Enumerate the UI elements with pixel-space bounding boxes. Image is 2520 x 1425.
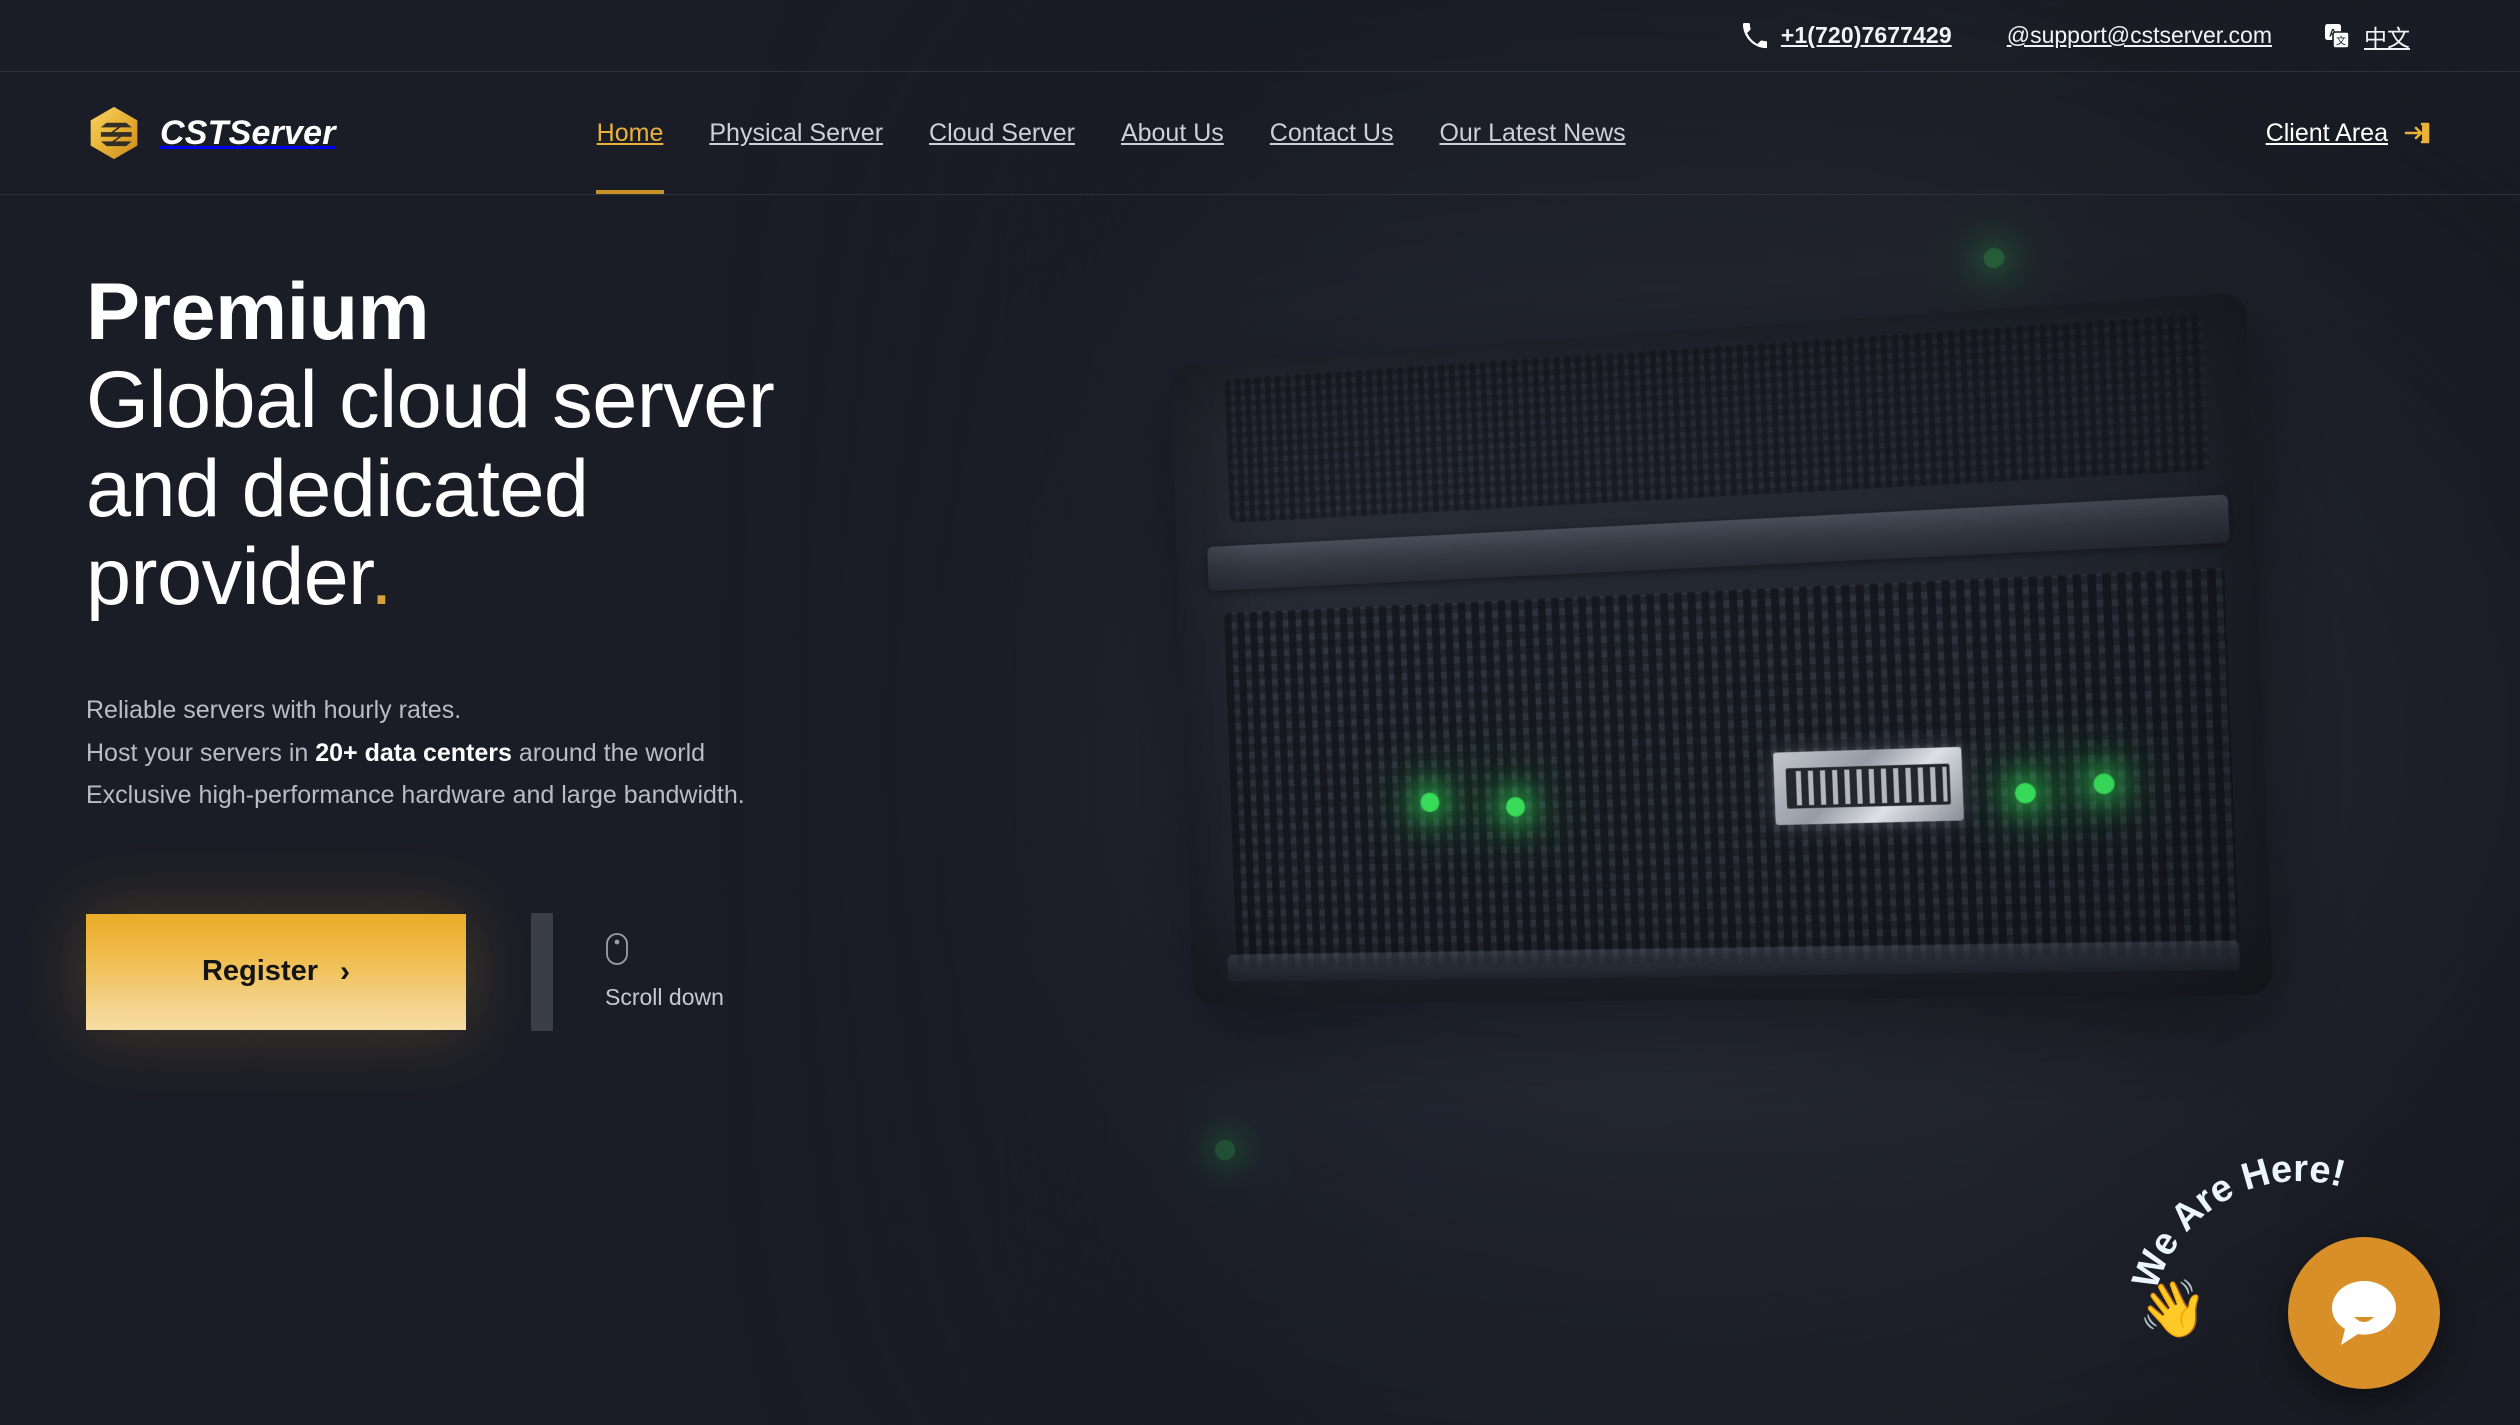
chevron-right-icon: ›	[340, 954, 351, 988]
server-grille	[1224, 567, 2240, 969]
nav-item-physical-server[interactable]: Physical Server	[686, 72, 906, 194]
subtext-post: around the world	[511, 738, 706, 767]
hero-cta-row: Register › Scroll down	[86, 912, 774, 1031]
email-link[interactable]: @support@cstserver.com	[2007, 22, 2272, 49]
subtext-highlight: 20+ data centers	[315, 738, 512, 767]
server-rack-graphic	[1169, 246, 2274, 1005]
hero-subtext: Reliable servers with hourly rates. Host…	[86, 689, 774, 817]
translate-icon: A 文	[2324, 23, 2350, 49]
register-button-label: Register	[201, 955, 319, 988]
phone-link[interactable]: +1(720)7677429	[1741, 22, 1952, 49]
hero-headline-line-2: Global cloud server	[86, 355, 775, 446]
chat-bubble-button[interactable]	[2288, 1237, 2440, 1389]
client-area-label: Client Area	[2265, 118, 2388, 147]
brand-name: CSTServer	[160, 113, 336, 152]
hexagon-layers-logo-icon	[86, 105, 142, 161]
client-area-button[interactable]: Client Area	[2266, 119, 2432, 148]
cta-divider	[531, 912, 553, 1031]
page-root: +1(720)7677429 @support@cstserver.com A …	[0, 0, 2520, 1425]
hero-headline-accent-dot: .	[370, 531, 393, 622]
nav-item-about-us[interactable]: About Us	[1098, 72, 1247, 194]
email-address: @support@cstserver.com	[2006, 22, 2272, 48]
language-label: 中文	[2364, 24, 2410, 51]
hero-headline-word: provider	[86, 531, 371, 622]
subtext-pre: Host your servers in	[86, 738, 316, 767]
hero-section: Premium Global cloud server and dedicate…	[86, 267, 775, 1031]
hero-subtext-line-3: Exclusive high-performance hardware and …	[86, 781, 745, 810]
scroll-down-hint[interactable]: Scroll down	[605, 932, 724, 1011]
nav-label: Our Latest News	[1439, 118, 1626, 147]
chat-widget: We Are Here! 👋	[2130, 1133, 2460, 1403]
hero-subtext-line-2: Host your servers in 20+ data centers ar…	[86, 732, 774, 775]
language-switcher[interactable]: A 文 中文	[2324, 19, 2410, 53]
login-arrow-icon	[2404, 119, 2432, 147]
brand-logo-link[interactable]: CSTServer	[86, 105, 336, 161]
hero-headline-line-3: and dedicated	[86, 443, 589, 534]
main-navigation-bar: CSTServer Home Physical Server Cloud Ser…	[0, 72, 2520, 195]
hero-headline-line-1: Premium	[86, 267, 430, 357]
hero-headline-line-4: provider.	[86, 533, 774, 621]
top-utility-bar: +1(720)7677429 @support@cstserver.com A …	[0, 0, 2520, 72]
nav-item-our-latest-news[interactable]: Our Latest News	[1416, 72, 1648, 194]
chat-bubble-icon	[2324, 1273, 2404, 1353]
nav-label: Home	[596, 118, 664, 147]
svg-text:文: 文	[2336, 34, 2346, 47]
nav-label: Contact Us	[1269, 118, 1394, 147]
nav-item-contact-us[interactable]: Contact Us	[1247, 72, 1417, 194]
nav-links: Home Physical Server Cloud Server About …	[574, 72, 1649, 194]
nav-label: Physical Server	[709, 118, 884, 147]
mouse-icon	[605, 932, 629, 966]
phone-number: +1(720)7677429	[1780, 22, 1952, 48]
nav-label: About Us	[1120, 118, 1224, 147]
waving-hand-icon: 👋	[2138, 1277, 2208, 1340]
server-top-vents	[1224, 313, 2210, 523]
server-brand-badge	[1772, 746, 1964, 826]
hero-subtext-line-1: Reliable servers with hourly rates.	[86, 696, 462, 725]
nav-item-home[interactable]: Home	[574, 72, 687, 194]
server-led-green	[1983, 246, 2005, 269]
server-led-green	[1215, 1140, 1235, 1160]
nav-item-cloud-server[interactable]: Cloud Server	[906, 72, 1098, 194]
phone-icon	[1741, 22, 1768, 49]
scroll-down-label: Scroll down	[605, 984, 724, 1011]
register-button[interactable]: Register ›	[86, 913, 466, 1030]
nav-label: Cloud Server	[929, 118, 1075, 147]
